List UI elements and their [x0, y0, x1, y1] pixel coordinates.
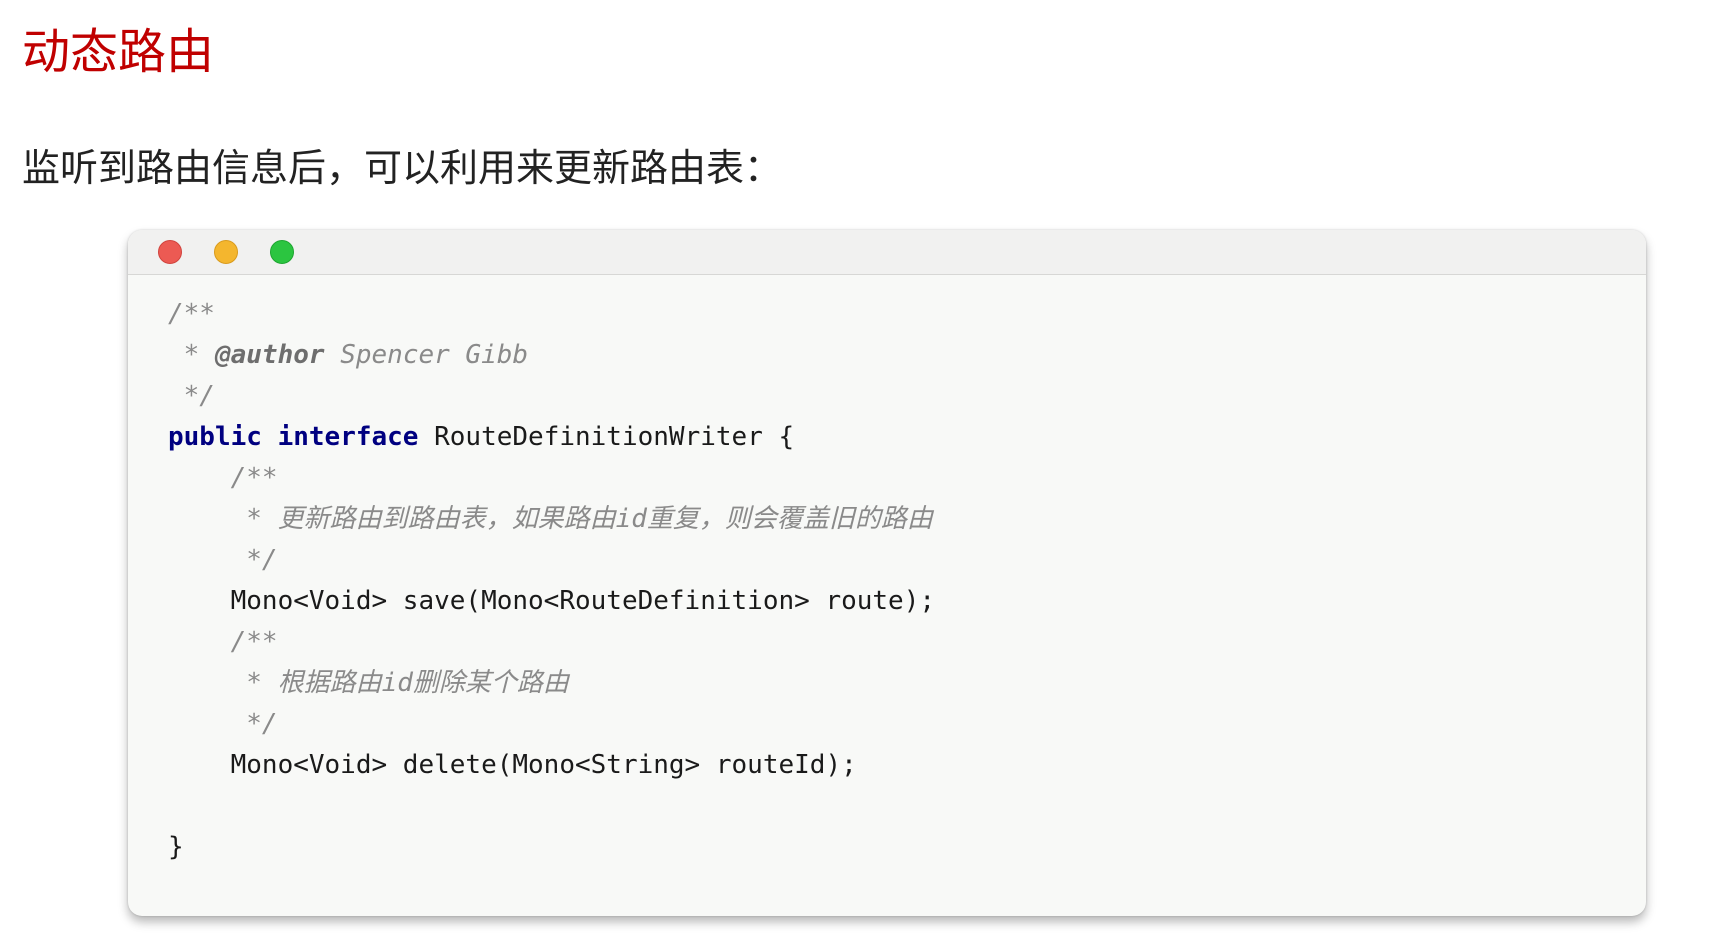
code-line: }: [168, 832, 184, 862]
code-line: /**: [168, 627, 278, 657]
code-line: */: [168, 381, 215, 411]
code-line: Mono<Void> delete(Mono<String> routeId);: [168, 750, 857, 780]
keyword: public: [168, 422, 262, 452]
code-line: */: [168, 709, 278, 739]
keyword: interface: [277, 422, 419, 452]
code-line: /**: [168, 463, 278, 493]
close-dot-icon: [158, 240, 182, 264]
code-line: Mono<Void> save(Mono<RouteDefinition> ro…: [168, 586, 936, 616]
minimize-dot-icon: [214, 240, 238, 264]
code-line: * @author Spencer Gibb: [168, 335, 935, 376]
comment-text: Spencer Gibb: [324, 340, 529, 370]
code-window-title-bar: [128, 230, 1646, 275]
comment-text: *: [168, 340, 215, 370]
code-line: /**: [168, 299, 215, 329]
code-line: */: [168, 545, 278, 575]
code-text: RouteDefinitionWriter {: [418, 422, 795, 452]
maximize-dot-icon: [270, 240, 294, 264]
code-block-window: /** * @author Spencer Gibb */ public inte…: [128, 230, 1646, 916]
section-heading: 动态路由: [22, 24, 215, 80]
code-line: public interface RouteDefinitionWriter {: [168, 417, 935, 458]
intro-paragraph: 监听到路由信息后，可以利用来更新路由表：: [22, 146, 783, 190]
javadoc-tag: @author: [214, 340, 325, 370]
code-content: /** * @author Spencer Gibb */ public inte…: [168, 294, 935, 868]
code-line: * 更新路由到路由表，如果路由id重复，则会覆盖旧的路由: [168, 504, 933, 534]
code-line: * 根据路由id删除某个路由: [168, 668, 569, 698]
